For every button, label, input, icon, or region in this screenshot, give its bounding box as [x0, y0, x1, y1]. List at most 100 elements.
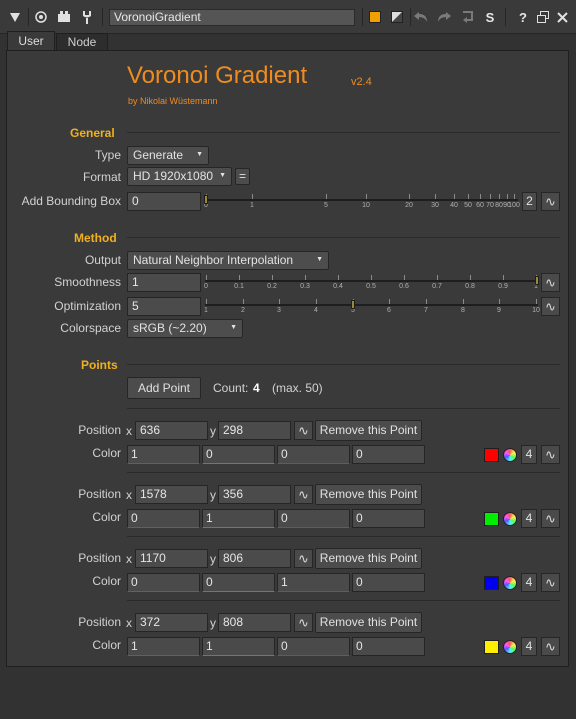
color-swatch[interactable] — [484, 576, 499, 590]
revert-icon[interactable] — [458, 8, 476, 26]
smoothness-input[interactable]: 1 — [127, 273, 201, 292]
color-g-input[interactable]: 1 — [202, 637, 275, 656]
format-dropdown[interactable]: HD 1920x1080 ▼ — [127, 167, 232, 186]
tab-node[interactable]: Node — [56, 33, 108, 51]
position-x-input[interactable]: 1578 — [135, 485, 208, 504]
output-dropdown[interactable]: Natural Neighbor Interpolation ▼ — [127, 251, 329, 270]
slider-tick-label: 10 — [362, 202, 370, 209]
color-r-input[interactable]: 1 — [127, 445, 200, 464]
node-name-input[interactable]: VoronoiGradient — [109, 9, 355, 26]
slider-tick-label: 70 — [486, 202, 494, 209]
color-r-input[interactable]: 0 — [127, 573, 200, 592]
animation-curve-icon[interactable]: ∿ — [294, 549, 313, 568]
position-y-input[interactable]: 806 — [218, 549, 291, 568]
animation-curve-icon[interactable]: ∿ — [541, 297, 560, 316]
color-a-input[interactable]: 0 — [352, 573, 425, 592]
slider-handle[interactable] — [351, 300, 355, 309]
animation-curve-icon[interactable]: ∿ — [541, 573, 560, 592]
color-a-input[interactable]: 0 — [352, 445, 425, 464]
slider-tick-label: 0 — [204, 283, 208, 290]
bbox-input[interactable]: 0 — [127, 192, 201, 211]
color-b-input[interactable]: 1 — [277, 573, 350, 592]
animation-curve-icon[interactable]: ∿ — [541, 445, 560, 464]
optimization-slider[interactable]: 1 2 3 4 5 6 7 8 9 10 — [204, 298, 540, 318]
channel-count-button[interactable]: 4 — [521, 573, 537, 592]
color-a-input[interactable]: 0 — [352, 637, 425, 656]
customize-icon[interactable] — [78, 8, 96, 26]
color-g-input[interactable]: 1 — [202, 509, 275, 528]
channel-count-button[interactable]: 4 — [521, 637, 537, 656]
float-panel-icon[interactable] — [534, 8, 552, 26]
colorspace-dropdown[interactable]: sRGB (~2.20) ▼ — [127, 319, 243, 338]
color-wheel-icon[interactable] — [503, 448, 517, 462]
color-swatch-icon[interactable] — [366, 8, 384, 26]
bbox-slider[interactable]: 0 1 5 10 20 30 40 50 60 70 80 90 100 — [204, 193, 520, 213]
redo-icon[interactable] — [435, 8, 453, 26]
center-node-icon[interactable] — [32, 8, 50, 26]
color-a-input[interactable]: 0 — [352, 509, 425, 528]
channel-count-button[interactable]: 4 — [521, 445, 537, 464]
position-x-input[interactable]: 1170 — [135, 549, 208, 568]
tab-user[interactable]: User — [7, 31, 55, 51]
slider-tick — [470, 275, 471, 280]
collapse-triangle-icon[interactable] — [6, 8, 24, 26]
slider-tick-label: 9 — [497, 307, 501, 314]
position-x-input[interactable]: 372 — [135, 613, 208, 632]
remove-point-button[interactable]: Remove this Point — [315, 420, 422, 441]
color-swatch[interactable] — [484, 448, 499, 462]
toolbar-divider — [410, 8, 411, 26]
help-icon[interactable]: ? — [514, 8, 532, 26]
slider-handle[interactable] — [204, 195, 208, 204]
type-dropdown[interactable]: Generate ▼ — [127, 146, 209, 165]
node-settings-icon[interactable] — [55, 8, 73, 26]
animation-curve-icon[interactable]: ∿ — [294, 485, 313, 504]
slider-tick-label: 0.9 — [498, 283, 508, 290]
color-b-input[interactable]: 0 — [277, 637, 350, 656]
color-g-input[interactable]: 0 — [202, 445, 275, 464]
color-r-input[interactable]: 1 — [127, 637, 200, 656]
color-g-input[interactable]: 0 — [202, 573, 275, 592]
color-wheel-icon[interactable] — [503, 576, 517, 590]
remove-point-button[interactable]: Remove this Point — [315, 548, 422, 569]
toolbar-divider — [28, 8, 29, 26]
animation-curve-icon[interactable]: ∿ — [541, 192, 560, 211]
slider-handle[interactable] — [535, 276, 539, 285]
position-x-input[interactable]: 636 — [135, 421, 208, 440]
animation-curve-icon[interactable]: ∿ — [541, 637, 560, 656]
remove-point-button[interactable]: Remove this Point — [315, 484, 422, 505]
reset-icon[interactable] — [388, 8, 406, 26]
color-b-input[interactable]: 0 — [277, 445, 350, 464]
position-y-input[interactable]: 298 — [218, 421, 291, 440]
color-swatch[interactable] — [484, 512, 499, 526]
format-edit-button[interactable]: = — [235, 168, 250, 185]
animation-curve-icon[interactable]: ∿ — [294, 421, 313, 440]
animation-curve-icon[interactable]: ∿ — [541, 509, 560, 528]
smoothness-slider[interactable]: 0 0.1 0.2 0.3 0.4 0.5 0.6 0.7 0.8 0.9 1 — [204, 274, 539, 294]
color-swatch[interactable] — [484, 640, 499, 654]
position-y-input[interactable]: 808 — [218, 613, 291, 632]
channel-count-button[interactable]: 4 — [521, 509, 537, 528]
add-point-button[interactable]: Add Point — [127, 377, 201, 399]
optimization-input[interactable]: 5 — [127, 297, 201, 316]
position-y-label: y — [210, 616, 216, 630]
smoothness-label: Smoothness — [54, 275, 121, 289]
color-wheel-icon[interactable] — [503, 512, 517, 526]
close-icon[interactable] — [553, 8, 571, 26]
animation-curve-icon[interactable]: ∿ — [541, 273, 560, 292]
remove-point-button[interactable]: Remove this Point — [315, 612, 422, 633]
position-label: Position — [78, 423, 121, 437]
bbox-extra-button[interactable]: 2 — [522, 192, 537, 211]
color-r-input[interactable]: 0 — [127, 509, 200, 528]
slider-tick — [426, 299, 427, 304]
color-wheel-icon[interactable] — [503, 640, 517, 654]
color-b-input[interactable]: 0 — [277, 509, 350, 528]
type-label: Type — [94, 148, 121, 162]
position-y-input[interactable]: 356 — [218, 485, 291, 504]
color-label: Color — [92, 574, 121, 588]
undo-icon[interactable] — [412, 8, 430, 26]
lock-icon[interactable]: S — [481, 8, 499, 26]
bbox-label: Add Bounding Box — [21, 194, 121, 208]
animation-curve-icon[interactable]: ∿ — [294, 613, 313, 632]
chevron-down-icon: ▼ — [196, 151, 203, 158]
section-divider — [127, 237, 560, 238]
